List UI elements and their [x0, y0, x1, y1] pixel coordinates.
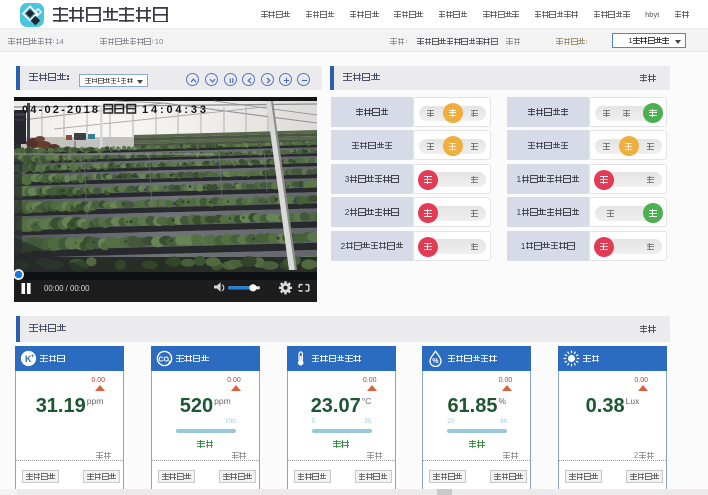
- svg-text:%: %: [432, 358, 439, 365]
- svg-text:+: +: [31, 354, 35, 360]
- svg-text:00:00 / 00:00: 00:00 / 00:00: [44, 284, 90, 293]
